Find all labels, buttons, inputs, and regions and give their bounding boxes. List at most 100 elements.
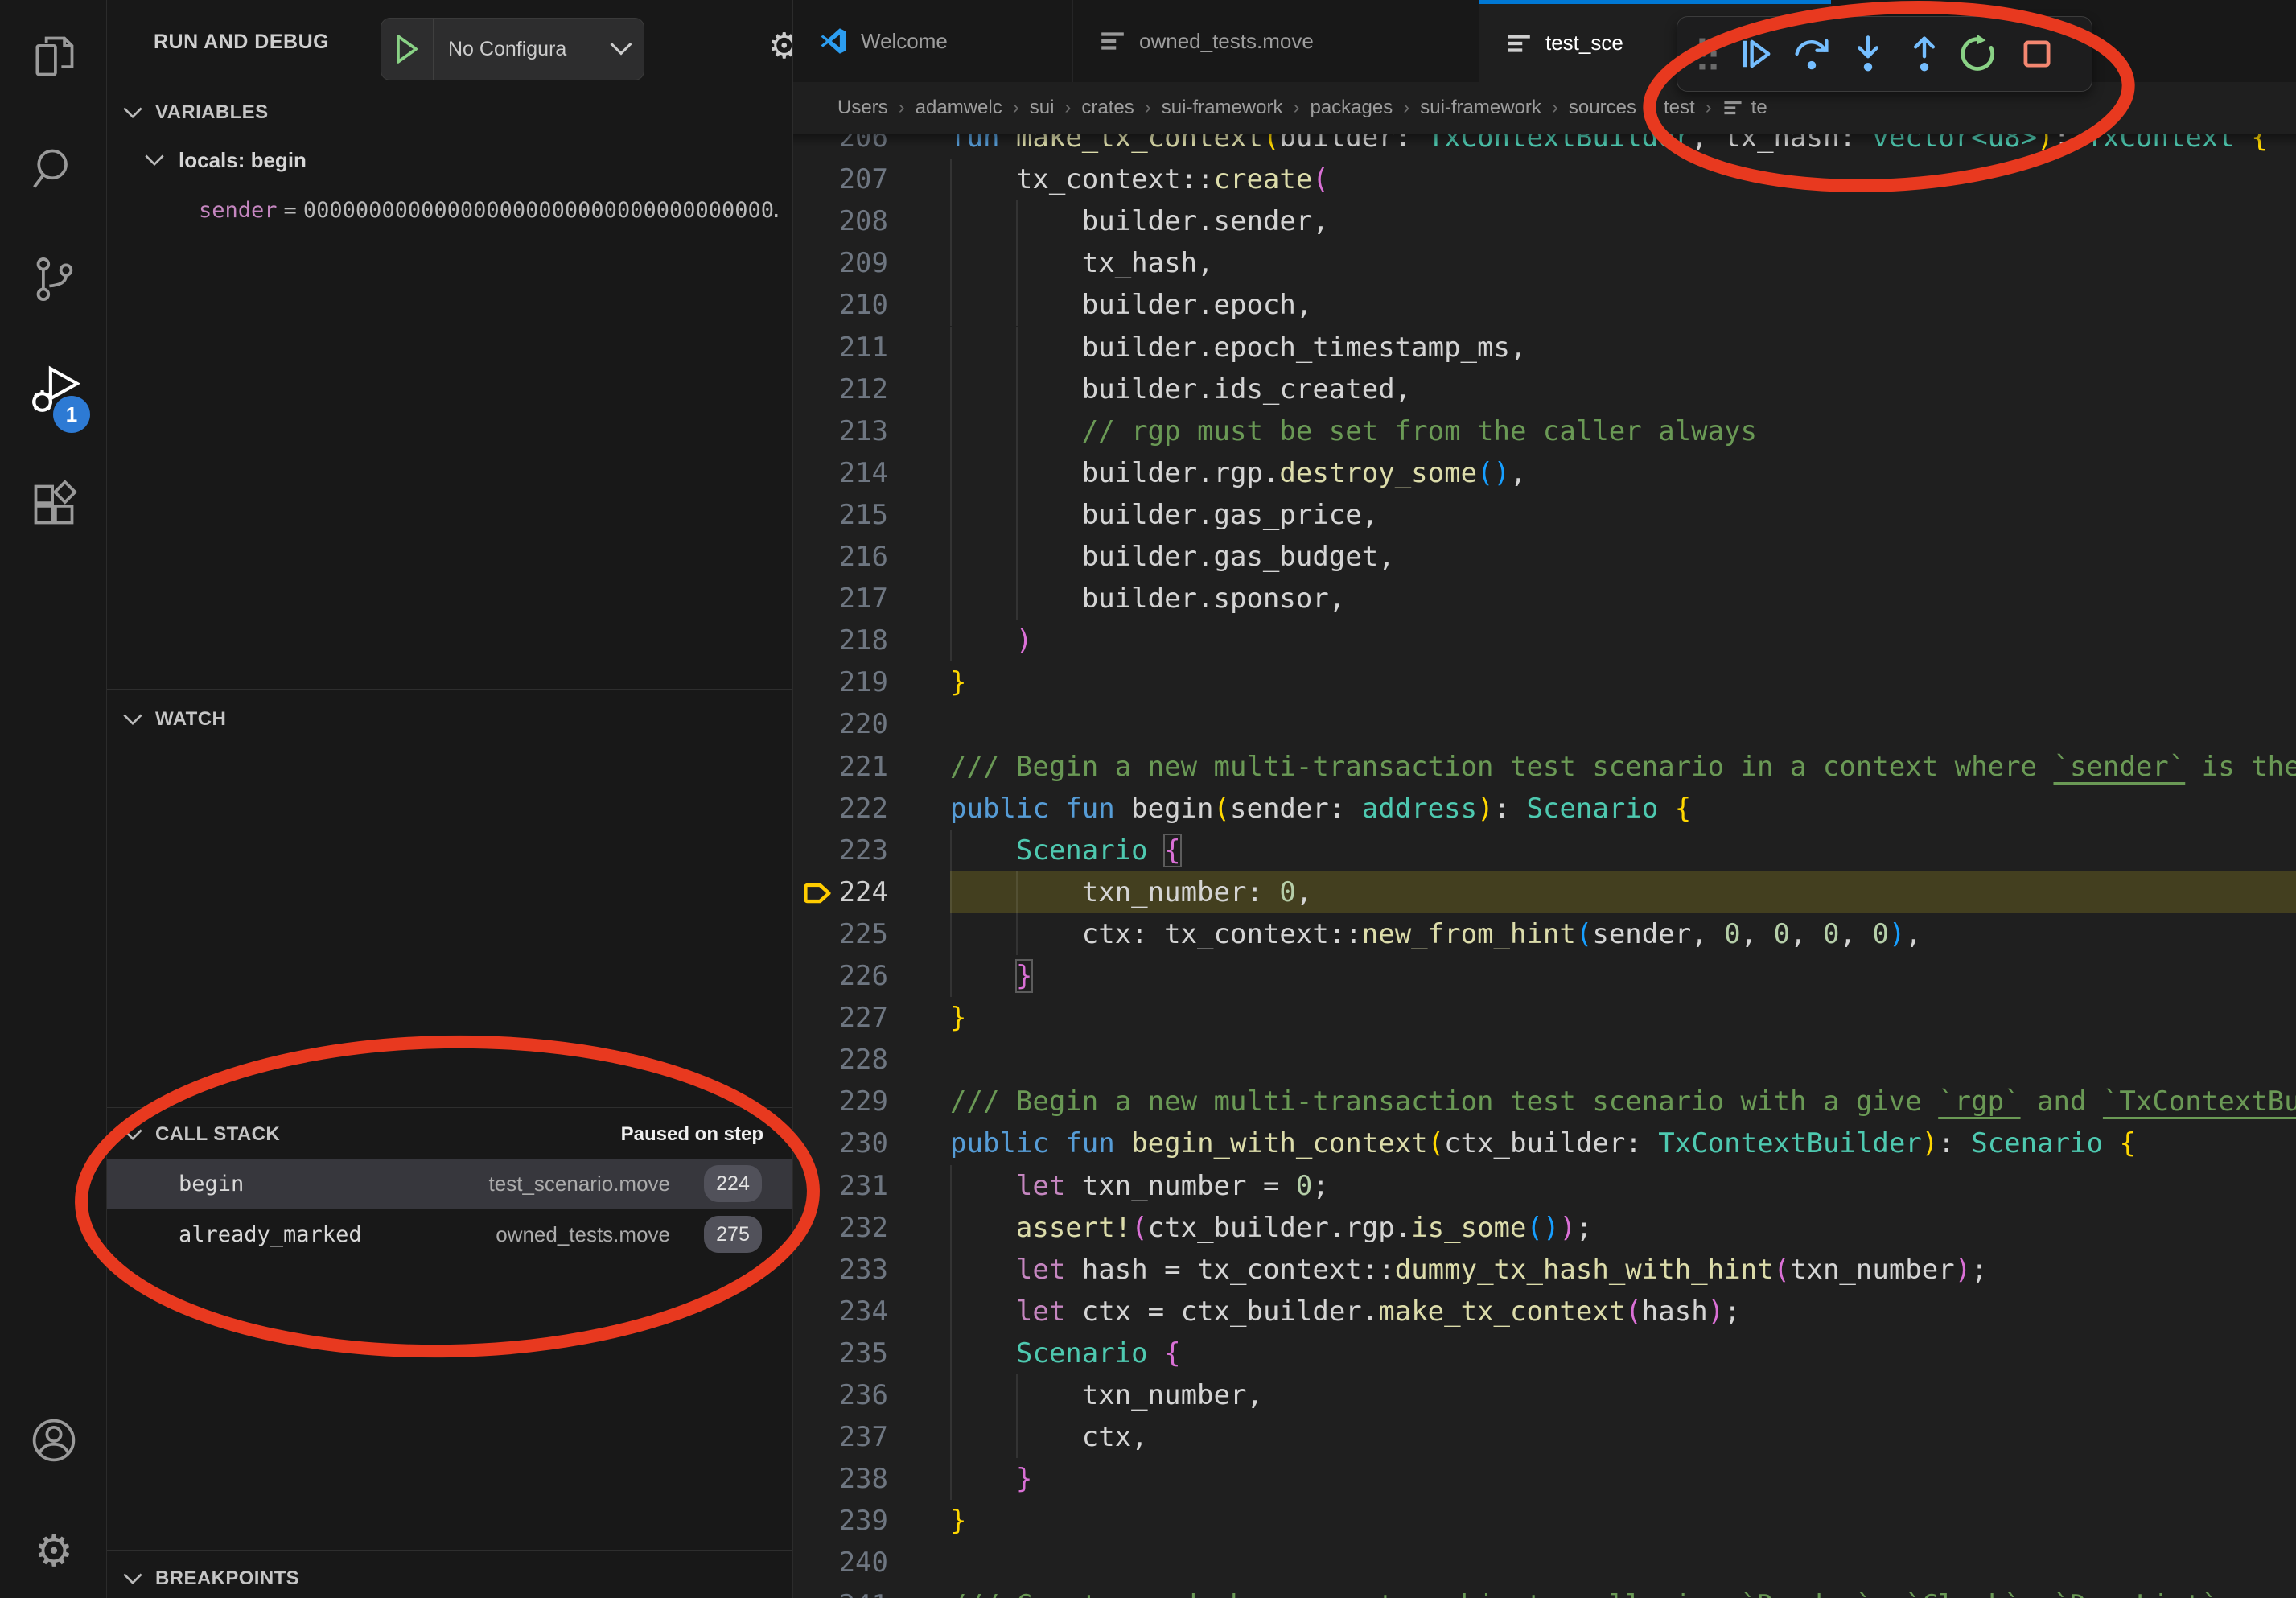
breadcrumb-separator: › <box>1403 97 1409 119</box>
line-number[interactable]: 226 <box>793 955 888 997</box>
line-number[interactable]: 210 <box>793 284 888 326</box>
line-number[interactable]: 240 <box>793 1542 888 1584</box>
code-text: builder.gas_price, <box>950 494 1378 536</box>
restart-icon <box>1960 33 2002 75</box>
chevron-down-icon <box>145 154 164 167</box>
breadcrumb-file[interactable]: te <box>1722 97 1767 119</box>
call-stack-frame[interactable]: already_markedowned_tests.move275 <box>107 1209 792 1259</box>
code-text: tx_context::create( <box>950 159 1329 200</box>
extensions-button[interactable] <box>29 480 79 529</box>
line-number[interactable]: 233 <box>793 1249 888 1291</box>
variable-name: sender <box>199 198 278 223</box>
step-over-icon <box>1791 33 1833 75</box>
code-text: /// Creates and shares system objects, a… <box>950 1584 2218 1598</box>
code-text: let hash = tx_context::dummy_tx_hash_wit… <box>950 1249 1988 1291</box>
line-number[interactable]: 211 <box>793 327 888 369</box>
line-number[interactable]: 207 <box>793 159 888 200</box>
line-number[interactable]: 214 <box>793 452 888 494</box>
step-out-button[interactable] <box>1896 26 1952 82</box>
frame-function: already_marked <box>179 1222 362 1247</box>
line-number[interactable]: 216 <box>793 536 888 578</box>
line-number[interactable]: 222 <box>793 788 888 830</box>
code-text: // rgp must be set from the caller alway… <box>950 410 1757 452</box>
variables-scope[interactable]: locals: begin <box>107 142 792 179</box>
code-line: 207 tx_context::create( <box>793 159 2296 200</box>
frame-file: test_scenario.move <box>489 1172 670 1196</box>
restart-button[interactable] <box>1952 26 2009 82</box>
variables-section-header[interactable]: VARIABLES <box>107 95 792 130</box>
line-number[interactable]: 230 <box>793 1122 888 1164</box>
line-number[interactable]: 227 <box>793 997 888 1039</box>
breadcrumb-item[interactable]: adamwelc <box>916 97 1002 119</box>
step-over-button[interactable] <box>1784 26 1840 82</box>
sidebar-title: RUN AND DEBUG <box>154 31 329 54</box>
code-text: builder.epoch, <box>950 284 1312 326</box>
line-number[interactable]: 225 <box>793 913 888 955</box>
code-line: 210 builder.epoch, <box>793 284 2296 326</box>
start-debug-icon[interactable] <box>381 19 434 80</box>
section-divider <box>107 1550 792 1551</box>
stop-button[interactable] <box>2009 26 2065 82</box>
line-number[interactable]: 228 <box>793 1039 888 1081</box>
editor-group: 206fun make_tx_context(builder: TxContex… <box>792 0 2296 1598</box>
watch-section-header[interactable]: WATCH <box>107 702 792 737</box>
source-control-button[interactable] <box>29 254 79 304</box>
variable-row[interactable]: sender = 0000000000000000000000000000000… <box>199 193 778 227</box>
account-button[interactable] <box>29 1415 79 1465</box>
debug-config-dropdown[interactable]: No Configura <box>381 18 644 80</box>
line-number[interactable]: 218 <box>793 620 888 661</box>
explorer-button[interactable] <box>29 31 79 81</box>
code-line: 241 /// Creates and shares system objects… <box>793 1584 2296 1598</box>
line-number[interactable]: 208 <box>793 200 888 242</box>
line-number[interactable]: 219 <box>793 661 888 703</box>
line-number[interactable]: 229 <box>793 1081 888 1122</box>
line-number[interactable]: 223 <box>793 830 888 871</box>
line-number[interactable]: 237 <box>793 1416 888 1458</box>
line-number[interactable]: 213 <box>793 410 888 452</box>
breadcrumb-item[interactable]: packages <box>1310 97 1393 119</box>
scroll-shadow <box>793 134 2296 146</box>
line-number[interactable]: 238 <box>793 1458 888 1500</box>
settings-button[interactable]: ⚙ <box>29 1526 79 1575</box>
call-stack-frame[interactable]: begintest_scenario.move224 <box>107 1159 792 1209</box>
run-debug-sidebar: RUN AND DEBUG No Configura ⚙ ⋯ VARIABLES <box>107 0 792 1598</box>
breadcrumb-item[interactable]: sui-framework <box>1162 97 1283 119</box>
breadcrumb-item[interactable]: sui-framework <box>1420 97 1541 119</box>
line-number[interactable]: 221 <box>793 746 888 788</box>
breadcrumb-item[interactable]: test <box>1664 97 1695 119</box>
tab-owned_tests.move[interactable]: owned_tests.move <box>1073 0 1479 82</box>
line-number[interactable]: 241 <box>793 1584 888 1598</box>
debug-toolbar <box>1677 16 2092 92</box>
breadcrumb-item[interactable]: sources <box>1569 97 1636 119</box>
call-stack-section-header[interactable]: CALL STACK Paused on step <box>107 1117 792 1152</box>
line-number[interactable]: 236 <box>793 1374 888 1416</box>
line-number[interactable]: 235 <box>793 1332 888 1374</box>
continue-button[interactable] <box>1727 26 1784 82</box>
breakpoints-section-header[interactable]: BREAKPOINTS <box>107 1561 792 1596</box>
source-control-icon <box>30 255 78 303</box>
line-number[interactable]: 234 <box>793 1291 888 1332</box>
line-number[interactable]: 239 <box>793 1500 888 1542</box>
line-number[interactable]: 231 <box>793 1165 888 1207</box>
line-number[interactable]: 215 <box>793 494 888 536</box>
search-button[interactable] <box>29 144 79 194</box>
line-number[interactable]: 217 <box>793 578 888 620</box>
line-number[interactable]: 220 <box>793 703 888 745</box>
tab-Welcome[interactable]: Welcome <box>793 0 1073 82</box>
step-into-button[interactable] <box>1840 26 1896 82</box>
code-line: 221 /// Begin a new multi-transaction tes… <box>793 746 2296 788</box>
section-divider <box>107 689 792 690</box>
code-editor[interactable]: 206fun make_tx_context(builder: TxContex… <box>793 0 2296 1598</box>
line-number[interactable]: 212 <box>793 369 888 410</box>
vscode-logo-icon <box>819 27 848 56</box>
breadcrumb-item[interactable]: sui <box>1030 97 1055 119</box>
code-text: /// Begin a new multi-transaction test s… <box>950 746 2296 788</box>
code-line: 238 } <box>793 1458 2296 1500</box>
breadcrumb-item[interactable]: crates <box>1081 97 1134 119</box>
breadcrumb-item[interactable]: Users <box>837 97 888 119</box>
code-line: 216 builder.gas_budget, <box>793 536 2296 578</box>
code-line: 209 tx_hash, <box>793 242 2296 284</box>
line-number[interactable]: 232 <box>793 1207 888 1249</box>
toolbar-drag-grip[interactable] <box>1689 26 1727 82</box>
line-number[interactable]: 209 <box>793 242 888 284</box>
